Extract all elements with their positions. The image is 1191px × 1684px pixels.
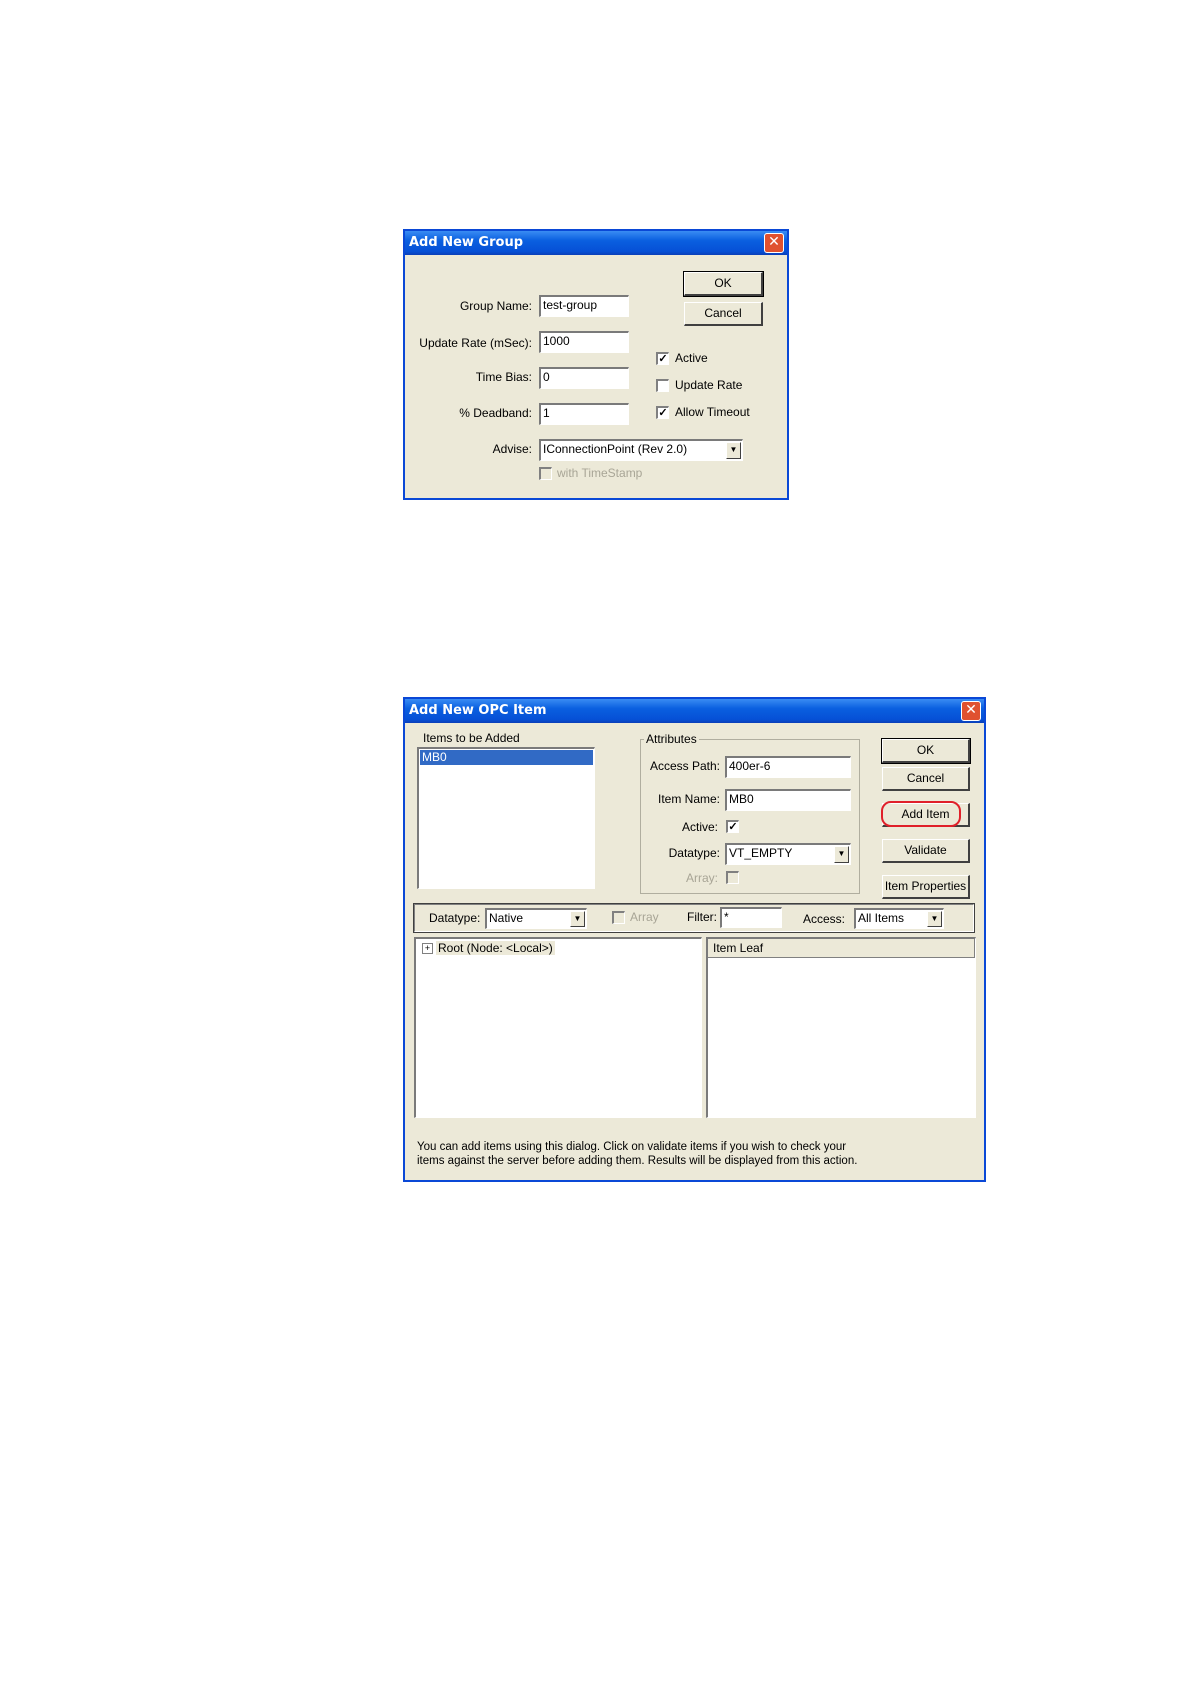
group-name-field[interactable]: test-group <box>539 295 629 317</box>
filter-datatype-label: Datatype: <box>429 911 481 925</box>
chevron-down-icon[interactable]: ▼ <box>726 442 741 459</box>
item-leaf-list[interactable]: Item Leaf <box>706 937 976 1118</box>
update-rate-checkbox[interactable] <box>656 379 669 392</box>
active-checkbox-label: Active <box>675 351 708 365</box>
cancel-button[interactable]: Cancel <box>684 302 763 326</box>
update-rate-checkbox-label: Update Rate <box>675 378 743 392</box>
items-to-add-label: Items to be Added <box>423 731 520 745</box>
access-label: Access: <box>803 912 846 926</box>
advise-label: Advise: <box>492 442 532 456</box>
ok-button[interactable]: OK <box>683 271 764 297</box>
item-name-field[interactable]: MB0 <box>725 789 851 811</box>
with-timestamp-label: with TimeStamp <box>557 466 643 480</box>
array-label: Array: <box>685 871 718 885</box>
cancel-button[interactable]: Cancel <box>882 767 970 791</box>
access-select-value: All Items <box>858 911 905 925</box>
deadband-field[interactable]: 1 <box>539 403 629 425</box>
datatype-label: Datatype: <box>668 846 720 860</box>
time-bias-label: Time Bias: <box>475 370 532 384</box>
datatype-select[interactable]: VT_EMPTY ▼ <box>725 843 851 865</box>
allow-timeout-checkbox-label: Allow Timeout <box>675 405 750 419</box>
datatype-select-value: VT_EMPTY <box>729 846 793 860</box>
access-select[interactable]: All Items ▼ <box>854 908 944 929</box>
array-checkbox <box>726 871 739 884</box>
chevron-down-icon[interactable]: ▼ <box>834 846 849 863</box>
update-rate-label: Update Rate (mSec): <box>419 336 532 350</box>
attributes-group-title: Attributes <box>644 732 699 746</box>
time-bias-field[interactable]: 0 <box>539 367 629 389</box>
item-leaf-header[interactable]: Item Leaf <box>708 939 975 958</box>
filter-datatype-value: Native <box>489 911 524 925</box>
tree-view[interactable]: + Root (Node: <Local>) <box>414 937 702 1118</box>
with-timestamp-checkbox <box>539 467 552 480</box>
active-checkbox[interactable]: ✓ <box>726 820 739 833</box>
help-text-line-2: items against the server before adding t… <box>417 1155 858 1167</box>
list-item[interactable]: MB0 <box>420 750 593 765</box>
chevron-down-icon[interactable]: ▼ <box>927 911 942 927</box>
validate-button[interactable]: Validate <box>882 839 970 863</box>
allow-timeout-checkbox[interactable]: ✓ <box>656 406 669 419</box>
dialog-title-bar[interactable]: Add New OPC Item ✕ <box>405 699 984 723</box>
filter-array-checkbox <box>612 911 625 924</box>
tree-root-node[interactable]: Root (Node: <Local>) <box>436 941 555 955</box>
add-new-opc-item-dialog: Add New OPC Item ✕ Items to be Added MB0… <box>403 697 986 1182</box>
close-icon[interactable]: ✕ <box>764 233 784 253</box>
item-leaf-header-label: Item Leaf <box>713 941 764 955</box>
add-item-highlight <box>881 801 961 827</box>
access-path-label: Access Path: <box>649 759 720 773</box>
dialog-title: Add New Group <box>409 235 524 250</box>
ok-button[interactable]: OK <box>881 738 971 764</box>
dialog-title: Add New OPC Item <box>409 703 547 718</box>
help-text-line-1: You can add items using this dialog. Cli… <box>417 1141 847 1153</box>
access-path-field[interactable]: 400er-6 <box>725 756 851 778</box>
update-rate-field[interactable]: 1000 <box>539 331 629 353</box>
add-new-group-dialog: Add New Group ✕ Group Name: test-group U… <box>403 229 789 500</box>
item-name-label: Item Name: <box>657 792 720 806</box>
filter-datatype-select[interactable]: Native ▼ <box>485 908 587 929</box>
item-properties-button[interactable]: Item Properties <box>882 875 970 899</box>
filter-array-label: Array <box>630 910 659 924</box>
filter-bar: Datatype: Native ▼ Array Filter: * Acces… <box>413 903 975 933</box>
advise-select-value: IConnectionPoint (Rev 2.0) <box>543 442 688 456</box>
group-name-label: Group Name: <box>459 299 532 313</box>
advise-select[interactable]: IConnectionPoint (Rev 2.0) ▼ <box>539 439 743 461</box>
chevron-down-icon[interactable]: ▼ <box>570 911 585 927</box>
filter-input[interactable]: * <box>720 907 782 928</box>
items-to-add-list[interactable]: MB0 <box>417 747 595 889</box>
filter-label: Filter: <box>687 910 717 924</box>
dialog-title-bar[interactable]: Add New Group ✕ <box>405 231 787 255</box>
deadband-label: % Deadband: <box>459 406 532 420</box>
active-label: Active: <box>681 820 718 834</box>
active-checkbox[interactable]: ✓ <box>656 352 669 365</box>
tree-expand-icon[interactable]: + <box>422 943 433 954</box>
close-icon[interactable]: ✕ <box>961 701 981 721</box>
